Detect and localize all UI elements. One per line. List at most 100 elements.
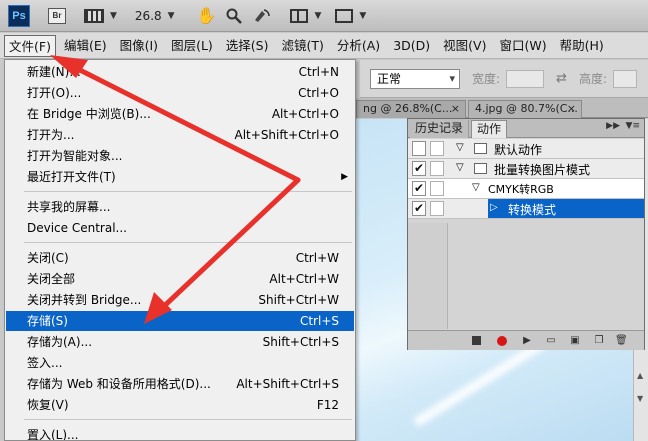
menu-edit[interactable]: 编辑(E) [59,35,112,57]
folder-icon [474,163,487,174]
menu-select[interactable]: 选择(S) [221,35,274,57]
menu-item-label: 关闭并转到 Bridge... [27,293,142,307]
menu-item-save-as[interactable]: 存储为(A)... Shift+Ctrl+S [6,332,354,352]
toggle-checkbox[interactable]: ✔ [412,181,426,196]
document-tab-1[interactable]: ng @ 26.8%(C... × [356,100,466,118]
panel-menu-icon[interactable]: ▼≡ [626,121,640,131]
close-icon[interactable]: × [451,101,460,117]
dialog-toggle[interactable] [430,181,444,196]
height-input[interactable] [613,69,637,88]
trash-icon[interactable]: 🗑 [615,335,628,346]
menu-item-close-all[interactable]: 关闭全部 Alt+Ctrl+W [6,269,354,289]
chevron-down-icon: ▼ [359,10,367,21]
document-tab-2[interactable]: 4.jpg @ 80.7%(C... × [468,100,582,118]
menu-item-label: 打开为智能对象... [27,149,123,163]
dialog-toggle[interactable] [430,161,444,176]
scroll-down-icon[interactable]: ▼ [637,394,643,403]
width-label: 宽度: [472,72,501,86]
screen-mode-button[interactable]: ▼ [335,8,367,23]
file-menu-dropdown: 新建(N)... Ctrl+N 打开(O)... Ctrl+O 在 Bridge… [4,59,356,441]
toggle-checkbox[interactable]: ✔ [412,201,426,216]
toggle-checkbox[interactable] [412,141,426,156]
menu-item-save[interactable]: 存储(S) Ctrl+S [6,311,354,331]
actions-list: ▽ 默认动作 ✔ ▽ 批量转换图片模式 ✔ ▽ CMYK转RGB ✔ ▷ 转换模… [408,139,644,219]
close-icon[interactable]: × [567,101,576,117]
menu-item-label: 打开(O)... [27,86,82,100]
rotate-view-icon [255,8,271,22]
menu-item-new[interactable]: 新建(N)... Ctrl+N [6,62,354,82]
dialog-toggle[interactable] [430,141,444,156]
collapse-triangle-icon[interactable]: ▷ [490,202,498,213]
zoom-level-select[interactable]: 26.8 ▼ [135,9,175,23]
menu-item-shortcut: Shift+Ctrl+S [262,335,339,349]
hand-tool-button[interactable]: ✋ [197,6,217,25]
menu-filter[interactable]: 滤镜(T) [276,35,328,57]
menu-3d[interactable]: 3D(D) [388,35,435,57]
menu-item-open-recent[interactable]: 最近打开文件(T) ▶ [6,167,354,187]
menu-item-close-and-go-to-bridge[interactable]: 关闭并转到 Bridge... Shift+Ctrl+W [6,290,354,310]
menu-view[interactable]: 视图(V) [438,35,491,57]
menu-analysis[interactable]: 分析(A) [332,35,385,57]
panel-tabs: 历史记录 动作 ▶▶ ▼≡ [408,119,644,138]
toggle-checkbox[interactable]: ✔ [412,161,426,176]
swap-icon[interactable]: ⇄ [556,71,567,86]
menu-item-open-as[interactable]: 打开为... Alt+Shift+Ctrl+O [6,125,354,145]
expand-triangle-icon[interactable]: ▽ [456,162,464,173]
zoom-tool-button[interactable] [226,8,243,24]
menu-item-browse-in-bridge[interactable]: 在 Bridge 中浏览(B)... Alt+Ctrl+O [6,104,354,124]
arrange-layout-icon [290,8,309,23]
menu-separator [24,419,352,420]
action-set-row[interactable]: ▽ 默认动作 [408,139,644,159]
height-label: 高度: [578,72,607,86]
menu-image[interactable]: 图像(I) [115,35,163,57]
menu-item-close[interactable]: 关闭(C) Ctrl+W [6,248,354,268]
stop-playing-icon[interactable] [472,336,481,345]
menu-item-save-for-web[interactable]: 存储为 Web 和设备所用格式(D)... Alt+Shift+Ctrl+S [6,374,354,394]
menu-file[interactable]: 文件(F) [4,34,56,57]
menu-item-shortcut: Ctrl+O [298,86,339,100]
view-extras-button[interactable]: ▼ [84,8,117,23]
action-step-row[interactable]: ✔ ▷ 转换模式 [408,199,644,219]
rotate-view-button[interactable] [252,8,271,24]
menu-item-place[interactable]: 置入(L)... [6,425,354,440]
menu-item-label: 恢复(V) [27,398,69,412]
expand-triangle-icon[interactable]: ▽ [472,182,480,193]
submenu-arrow-icon: ▶ [341,172,348,182]
menu-item-label: 签入... [27,356,63,370]
menu-layer[interactable]: 图层(L) [166,35,218,57]
menu-item-device-central[interactable]: Device Central... [6,218,354,238]
action-row[interactable]: ✔ ▽ CMYK转RGB [408,179,644,199]
width-input[interactable] [506,69,545,88]
expand-triangle-icon[interactable]: ▽ [456,142,464,153]
collapse-panel-icon[interactable]: ▶▶ [606,121,620,131]
menu-item-share-screen[interactable]: 共享我的屏幕... [6,197,354,217]
action-set-row[interactable]: ✔ ▽ 批量转换图片模式 [408,159,644,179]
menu-item-open-as-smart-object[interactable]: 打开为智能对象... [6,146,354,166]
chevron-down-icon: ▼ [167,10,175,21]
menu-bar: 文件(F) 编辑(E) 图像(I) 图层(L) 选择(S) 滤镜(T) 分析(A… [0,33,648,59]
menu-item-open[interactable]: 打开(O)... Ctrl+O [6,83,354,103]
menu-item-shortcut: Alt+Shift+Ctrl+S [236,377,339,391]
menu-item-revert[interactable]: 恢复(V) F12 [6,395,354,415]
tab-history[interactable]: 历史记录 [410,120,470,138]
menu-window[interactable]: 窗口(W) [494,35,551,57]
tab-actions[interactable]: 动作 [471,120,508,138]
dialog-toggle[interactable] [430,201,444,216]
menu-item-label: 关闭全部 [27,272,76,286]
arrange-documents-button[interactable]: ▼ [290,8,321,23]
scroll-up-icon[interactable]: ▲ [637,371,643,380]
blend-mode-select[interactable]: 正常 [370,68,460,89]
menu-item-shortcut: Alt+Ctrl+W [269,272,339,286]
new-action-icon[interactable]: ▣ [569,335,581,346]
menu-help[interactable]: 帮助(H) [555,35,609,57]
launch-bridge-button[interactable]: Br [48,7,66,24]
menu-item-check-in[interactable]: 签入... [6,353,354,373]
new-set-icon[interactable]: ▭ [545,335,557,346]
menu-item-label: 存储为(A)... [27,335,93,349]
menu-item-shortcut: Alt+Ctrl+O [271,107,339,121]
record-icon[interactable] [497,336,507,346]
new-layer-icon[interactable]: ❐ [593,335,605,346]
play-icon[interactable]: ▶ [521,335,533,346]
menu-item-label: 关闭(C) [27,251,69,265]
menu-item-shortcut: Alt+Shift+Ctrl+O [234,128,339,142]
